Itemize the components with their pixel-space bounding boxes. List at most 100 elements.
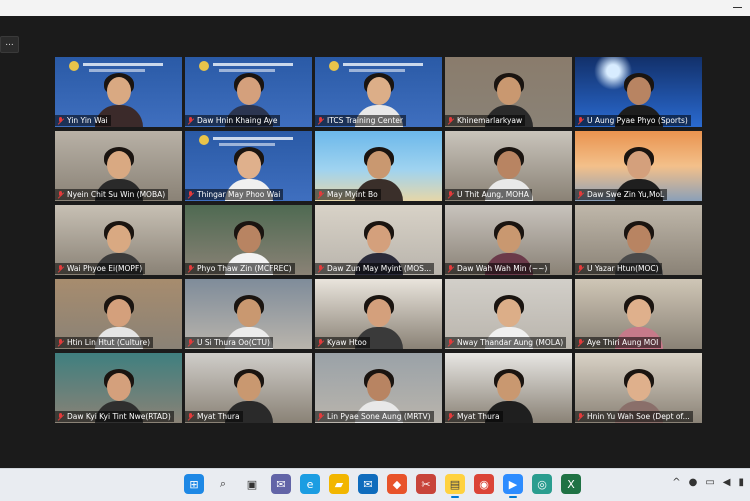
sticky-notes-icon[interactable]: ▤ (445, 474, 465, 498)
participant-nameplate: Daw Kyi Kyi Tint Nwe(RTAD) (55, 411, 174, 422)
chevron-up-icon[interactable]: ^ (672, 477, 680, 488)
face (626, 225, 651, 253)
participant-nameplate: Khinemarlarkyaw (445, 115, 526, 126)
view-options-button[interactable]: ... (0, 36, 19, 53)
participant-tile[interactable]: U Yazar Htun(MOC) (575, 205, 702, 275)
participant-name: Yin Yin Wai (67, 116, 108, 125)
app-globe-icon[interactable]: ◎ (532, 474, 552, 494)
participant-nameplate: Htin Lin Htut (Culture) (55, 337, 154, 348)
participant-name: Nyein Chit Su Win (MOBA) (67, 190, 166, 199)
face (106, 299, 131, 327)
participant-tile[interactable]: Lin Pyae Sone Aung (MRTV) (315, 353, 442, 423)
face (236, 225, 261, 253)
chrome-icon[interactable]: ◉ (474, 474, 494, 494)
muted-mic-icon (447, 264, 454, 273)
participant-tile[interactable]: Daw Swe Zin Yu,MoL (575, 131, 702, 201)
window-titlebar (0, 0, 750, 16)
task-view-icon[interactable]: ▣ (242, 474, 262, 494)
microphone-icon[interactable]: ● (689, 477, 698, 488)
app-orange-icon[interactable]: ◆ (387, 474, 407, 494)
muted-mic-icon (57, 412, 64, 421)
participant-nameplate: Hnin Yu Wah Soe (Dept of... (575, 411, 693, 422)
banner-text-line (213, 63, 293, 66)
participant-tile[interactable]: May Myint Bo (315, 131, 442, 201)
participant-tile[interactable]: Yin Yin Wai (55, 57, 182, 127)
participant-tile[interactable]: U Aung Pyae Phyo (Sports) (575, 57, 702, 127)
muted-mic-icon (577, 264, 584, 273)
banner-text-line (83, 63, 163, 66)
face (366, 225, 391, 253)
windows-start-icon[interactable]: ⊞ (184, 474, 204, 494)
participant-tile[interactable]: Myat Thura (185, 353, 312, 423)
participant-tile[interactable]: Hnin Yu Wah Soe (Dept of... (575, 353, 702, 423)
participant-tile[interactable]: ITCS Training Center (315, 57, 442, 127)
participant-name: Daw Wah Wah Min (~~) (457, 264, 548, 273)
participant-tile[interactable]: Aye Thiri Aung MOI (575, 279, 702, 349)
participant-name: Daw Swe Zin Yu,MoL (587, 190, 665, 199)
participant-tile[interactable]: Htin Lin Htut (Culture) (55, 279, 182, 349)
face (236, 373, 261, 401)
face (496, 151, 521, 179)
participant-name: Lin Pyae Sone Aung (MRTV) (327, 412, 431, 421)
participant-nameplate: Daw Swe Zin Yu,MoL (575, 189, 668, 200)
participant-name: May Myint Bo (327, 190, 378, 199)
face (626, 373, 651, 401)
emblem-icon (69, 61, 79, 71)
participant-name: Daw Zun May Myint (MOS... (327, 264, 432, 273)
snipping-icon[interactable]: ✂ (416, 474, 436, 494)
muted-mic-icon (187, 190, 194, 199)
participant-nameplate: Lin Pyae Sone Aung (MRTV) (315, 411, 434, 422)
participant-tile[interactable]: Phyo Thaw Zin (MCFREC) (185, 205, 312, 275)
battery-icon[interactable]: ▮ (738, 477, 744, 488)
face (496, 225, 521, 253)
excel-icon[interactable]: X (561, 474, 581, 494)
face (496, 299, 521, 327)
participant-name: U Si Thura Oo(CTU) (197, 338, 270, 347)
face (236, 299, 261, 327)
participant-name: Phyo Thaw Zin (MCFREC) (197, 264, 292, 273)
muted-mic-icon (187, 412, 194, 421)
system-tray: ^ ● ▭ ◀ ▮ (672, 477, 744, 488)
participant-name: U Aung Pyae Phyo (Sports) (587, 116, 688, 125)
participant-tile[interactable]: Myat Thura (445, 353, 572, 423)
participant-tile[interactable]: Nyein Chit Su Win (MOBA) (55, 131, 182, 201)
zoom-icon[interactable]: ▶ (503, 474, 523, 498)
search-icon[interactable]: ⌕ (213, 474, 233, 494)
participant-tile[interactable]: U Thit Aung, MOHA (445, 131, 572, 201)
face (236, 77, 261, 105)
participant-tile[interactable]: Kyaw Htoo (315, 279, 442, 349)
participant-nameplate: Aye Thiri Aung MOI (575, 337, 662, 348)
display-icon[interactable]: ▭ (705, 477, 714, 488)
edge-icon[interactable]: e (300, 474, 320, 494)
face (626, 151, 651, 179)
participant-tile[interactable]: Daw Hnin Khaing Aye (185, 57, 312, 127)
minimize-icon[interactable] (733, 7, 742, 8)
participant-tile[interactable]: Thingar May Phoo Wai (185, 131, 312, 201)
face (236, 151, 261, 179)
face (496, 77, 521, 105)
face (106, 77, 131, 105)
mail-icon[interactable]: ✉ (358, 474, 378, 494)
participant-nameplate: U Si Thura Oo(CTU) (185, 337, 273, 348)
participant-tile[interactable]: Nway Thandar Aung (MOLA) (445, 279, 572, 349)
participant-tile[interactable]: Khinemarlarkyaw (445, 57, 572, 127)
face (106, 151, 131, 179)
participant-nameplate: U Yazar Htun(MOC) (575, 263, 662, 274)
participant-nameplate: Nyein Chit Su Win (MOBA) (55, 189, 169, 200)
face (496, 373, 521, 401)
banner-text-line (343, 63, 423, 66)
volume-icon[interactable]: ◀ (723, 477, 731, 488)
chat-icon[interactable]: ✉ (271, 474, 291, 494)
muted-mic-icon (447, 116, 454, 125)
muted-mic-icon (317, 338, 324, 347)
muted-mic-icon (577, 190, 584, 199)
file-explorer-icon[interactable]: ▰ (329, 474, 349, 494)
participant-tile[interactable]: Daw Kyi Kyi Tint Nwe(RTAD) (55, 353, 182, 423)
participant-tile[interactable]: Daw Wah Wah Min (~~) (445, 205, 572, 275)
participant-nameplate: Yin Yin Wai (55, 115, 111, 126)
participant-tile[interactable]: Wai Phyoe Ei(MOPF) (55, 205, 182, 275)
participant-tile[interactable]: U Si Thura Oo(CTU) (185, 279, 312, 349)
muted-mic-icon (57, 264, 64, 273)
participant-tile[interactable]: Daw Zun May Myint (MOS... (315, 205, 442, 275)
participant-name: Kyaw Htoo (327, 338, 367, 347)
